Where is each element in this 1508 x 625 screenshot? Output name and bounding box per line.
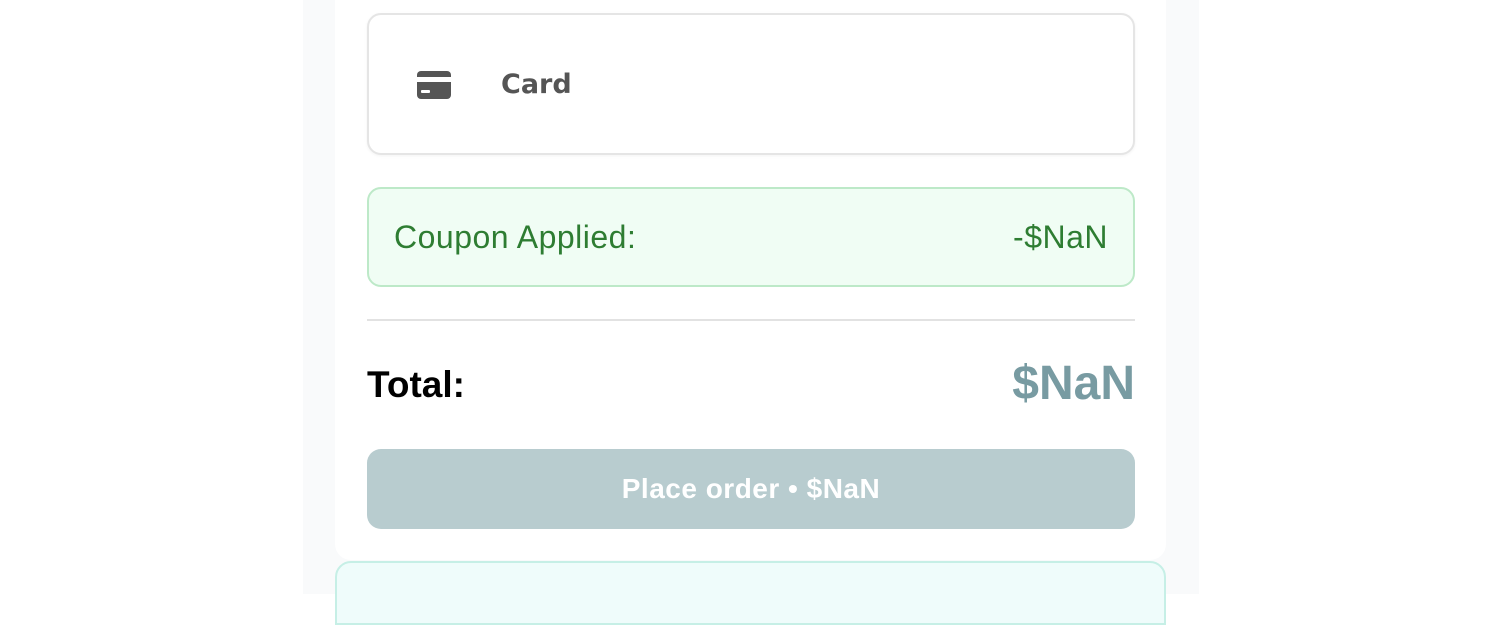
total-amount: $NaN	[1012, 357, 1135, 410]
coupon-applied-banner: Coupon Applied: -$NaN	[367, 187, 1135, 287]
coupon-discount-amount: -$NaN	[1013, 219, 1108, 255]
coupon-label: Coupon Applied:	[394, 219, 637, 255]
payment-method-card-option[interactable]: Card	[367, 13, 1135, 155]
payment-method-label: Card	[501, 69, 572, 100]
total-label: Total:	[367, 364, 465, 405]
next-section-panel	[335, 561, 1166, 625]
divider	[367, 319, 1135, 321]
credit-card-icon	[417, 71, 451, 99]
place-order-button[interactable]: Place order • $NaN	[367, 449, 1135, 529]
